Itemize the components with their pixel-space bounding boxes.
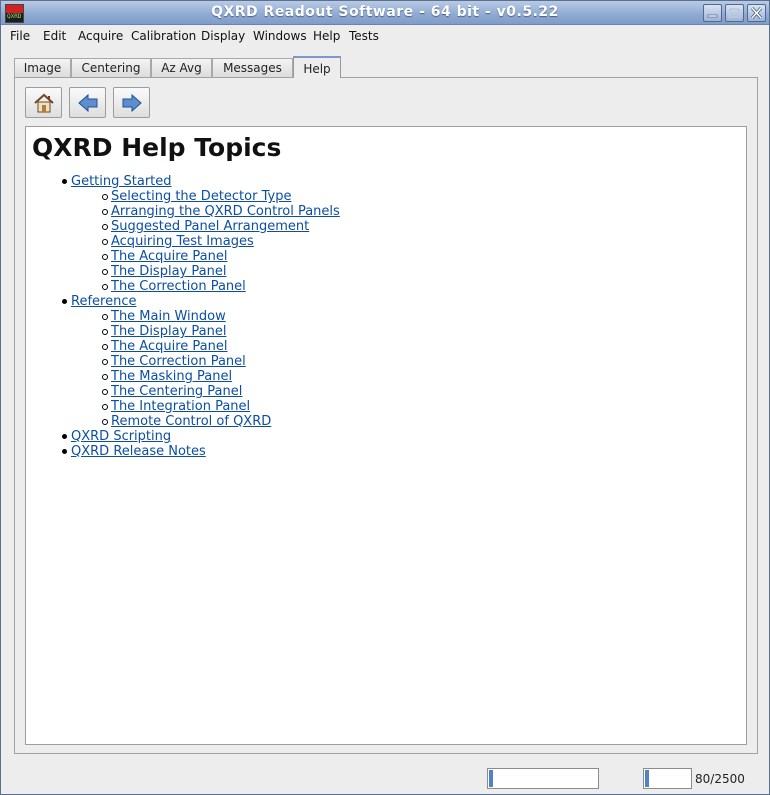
bullet-circle [102,254,108,260]
bullet-disc [62,299,67,304]
forward-arrow-icon [122,93,142,113]
menu-display[interactable]: Display [201,29,245,43]
status-counter: 80/2500 [695,772,745,786]
help-heading: QXRD Help Topics [32,133,282,162]
subtopic-item: The Integration Panel [111,399,250,414]
topic-item: Getting Started [71,174,172,189]
subtopic-item: The Display Panel [111,324,226,339]
subtopic-item: The Correction Panel [111,279,246,294]
menu-windows[interactable]: Windows [253,29,307,43]
topic-link-qxrd-release-notes[interactable]: QXRD Release Notes [71,444,206,459]
bullet-disc [62,449,67,454]
bullet-circle [102,359,108,365]
bullet-circle [102,194,108,200]
tab-image[interactable]: Image [14,58,71,77]
bullet-disc [62,179,67,184]
subtopic-item: The Acquire Panel [111,249,228,264]
menu-edit[interactable]: Edit [43,29,66,43]
bullet-circle [102,224,108,230]
subtopic-link-the-display-panel[interactable]: The Display Panel [111,324,226,339]
bullet-circle [102,404,108,410]
acquire-progress-bar [487,768,599,789]
bullet-circle [102,329,108,335]
window-title: QXRD Readout Software - 64 bit - v0.5.22 [211,4,559,20]
menu-acquire[interactable]: Acquire [78,29,123,43]
bullet-circle [102,314,108,320]
close-button[interactable] [747,4,766,22]
topic-link-getting-started[interactable]: Getting Started [71,174,172,189]
menu-tests[interactable]: Tests [349,29,379,43]
subtopic-link-the-acquire-panel[interactable]: The Acquire Panel [111,339,228,354]
subtopic-link-the-integration-panel[interactable]: The Integration Panel [111,399,250,414]
progress-fill [489,770,493,787]
subtopic-link-the-display-panel[interactable]: The Display Panel [111,264,226,279]
status-bar: 80/2500 [1,763,769,794]
minimize-icon [707,14,718,18]
subtopic-link-the-acquire-panel[interactable]: The Acquire Panel [111,249,228,264]
title-bar[interactable]: QXRD QXRD Readout Software - 64 bit - v0… [1,1,769,25]
menu-file[interactable]: File [10,29,30,43]
subtopic-item: Selecting the Detector Type [111,189,291,204]
topic-item: QXRD Scripting [71,429,171,444]
subtopic-item: Suggested Panel Arrangement [111,219,309,234]
subtopic-link-the-correction-panel[interactable]: The Correction Panel [111,354,246,369]
topic-link-qxrd-scripting[interactable]: QXRD Scripting [71,429,171,444]
main-window: QXRD QXRD Readout Software - 64 bit - v0… [0,0,770,795]
bullet-disc [62,434,67,439]
forward-button[interactable] [113,87,150,118]
subtopic-link-arranging-the-qxrd-control-panels[interactable]: Arranging the QXRD Control Panels [111,204,340,219]
subtopic-link-acquiring-test-images[interactable]: Acquiring Test Images [111,234,254,249]
subtopic-link-the-main-window[interactable]: The Main Window [111,309,226,324]
subtopic-link-the-centering-panel[interactable]: The Centering Panel [111,384,242,399]
bullet-circle [102,374,108,380]
progress-fill [645,770,649,787]
subtopic-item: The Display Panel [111,264,226,279]
back-arrow-icon [78,93,98,113]
bullet-circle [102,239,108,245]
subtopic-link-the-correction-panel[interactable]: The Correction Panel [111,279,246,294]
home-icon [34,93,54,113]
bullet-circle [102,209,108,215]
bullet-circle [102,389,108,395]
menu-help[interactable]: Help [313,29,340,43]
subtopic-item: Acquiring Test Images [111,234,254,249]
bullet-circle [102,344,108,350]
close-icon [750,7,763,19]
subtopic-item: The Correction Panel [111,354,246,369]
subtopic-item: The Masking Panel [111,369,232,384]
tab-messages[interactable]: Messages [212,58,293,77]
tab-help[interactable]: Help [293,56,341,78]
help-browser[interactable]: QXRD Help Topics Getting Started Selectin… [25,126,747,745]
subtopic-item: Remote Control of QXRD [111,414,271,429]
subtopic-item: Arranging the QXRD Control Panels [111,204,340,219]
bullet-circle [102,269,108,275]
subtopic-link-remote-control-of-qxrd[interactable]: Remote Control of QXRD [111,414,271,429]
menu-bar: File Edit Acquire Calibration Display Wi… [1,25,769,47]
maximize-icon [729,8,740,18]
subtopic-item: The Centering Panel [111,384,242,399]
bullet-circle [102,284,108,290]
topic-link-reference[interactable]: Reference [71,294,136,309]
tab-az-avg[interactable]: Az Avg [151,58,212,77]
subtopic-link-the-masking-panel[interactable]: The Masking Panel [111,369,232,384]
home-button[interactable] [25,87,62,118]
minimize-button[interactable] [703,4,722,22]
menu-calibration[interactable]: Calibration [131,29,196,43]
topic-item: Reference [71,294,136,309]
bullet-circle [102,419,108,425]
subtopic-item: The Main Window [111,309,226,324]
tab-centering[interactable]: Centering [71,58,151,77]
maximize-button[interactable] [725,4,744,22]
subtopic-link-selecting-the-detector-type[interactable]: Selecting the Detector Type [111,189,291,204]
back-button[interactable] [69,87,106,118]
subtopic-item: The Acquire Panel [111,339,228,354]
subtopic-link-suggested-panel-arrangement[interactable]: Suggested Panel Arrangement [111,219,309,234]
topic-item: QXRD Release Notes [71,444,206,459]
processing-progress-bar [643,768,692,789]
